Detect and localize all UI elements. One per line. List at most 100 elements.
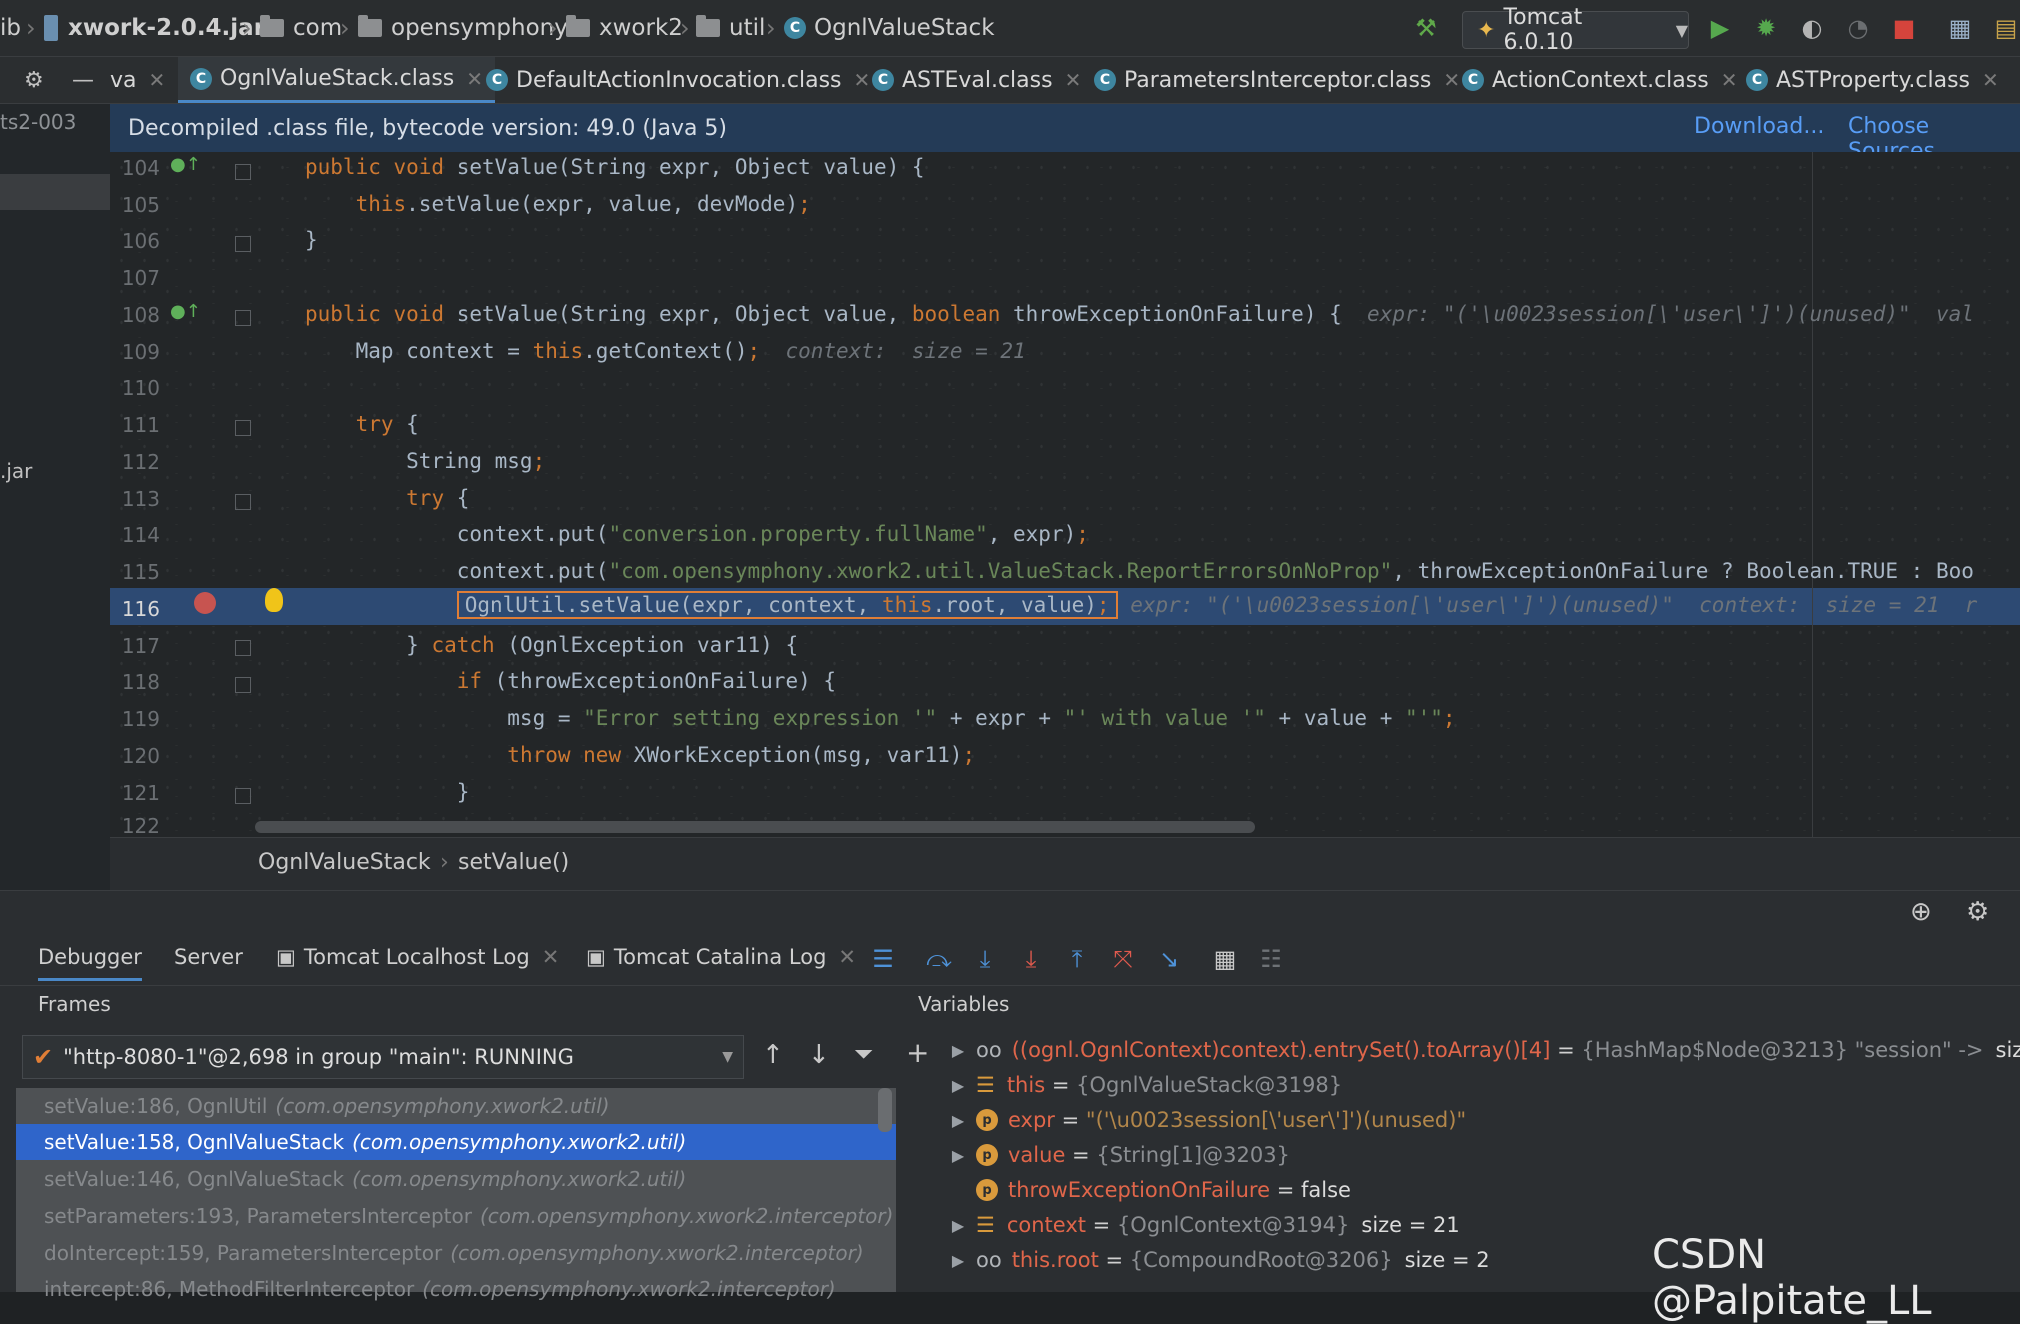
run-configuration-select[interactable]: ✦ Tomcat 6.0.10 ▼	[1462, 5, 1689, 55]
arrow-up-icon[interactable]: ↑	[762, 1040, 784, 1070]
variable-name: expr	[1008, 1108, 1055, 1132]
panel-splitter[interactable]: ⊕ ⚙	[0, 890, 2020, 936]
build-hammer-icon[interactable]: ⚒	[1410, 12, 1442, 44]
project-item[interactable]: .jar	[0, 459, 32, 483]
code-line-104: public void setValue(String expr, Object…	[305, 155, 925, 179]
project-item[interactable]: ts2-003	[0, 110, 76, 134]
drop-frame-icon[interactable]: ⤧	[1106, 942, 1140, 976]
expand-triangle-icon[interactable]: ▶	[940, 1111, 976, 1130]
breadcrumb-util[interactable]: util	[696, 0, 765, 56]
tab-va[interactable]: va ✕	[110, 57, 165, 103]
crosshair-icon[interactable]: ⊕	[1910, 897, 1932, 927]
breadcrumb-lib[interactable]: ib	[0, 0, 21, 56]
arrow-down-icon[interactable]: ↓	[808, 1040, 830, 1070]
close-icon[interactable]: ✕	[838, 945, 856, 969]
step-into-icon[interactable]: ⤓	[968, 942, 1002, 976]
fold-marker-icon[interactable]	[235, 310, 251, 326]
close-icon[interactable]: ✕	[542, 945, 560, 969]
inline-debug-hint: expr: "('\u0023session[\'user\']')(unuse…	[1367, 302, 1974, 326]
run-to-cursor-icon[interactable]: ↘	[1152, 942, 1186, 976]
close-icon[interactable]: ✕	[854, 68, 871, 92]
lightbulb-icon[interactable]	[265, 588, 283, 612]
download-link[interactable]: Download...	[1694, 114, 1824, 139]
code-editor[interactable]: 104 105 106 107 108 109 110 111 112 113 …	[110, 152, 2020, 837]
list-item[interactable]: setParameters:193, ParametersInterceptor…	[16, 1198, 896, 1234]
filter-icon[interactable]: ⏷	[854, 1040, 873, 1068]
list-item[interactable]: setValue:146, OgnlValueStack (com.opensym…	[16, 1161, 896, 1197]
fold-marker-icon[interactable]	[235, 788, 251, 804]
tab-tomcat-localhost-log[interactable]: ▣ Tomcat Localhost Log ✕	[276, 945, 559, 969]
close-icon[interactable]: ✕	[1443, 68, 1460, 92]
fold-marker-icon[interactable]	[235, 677, 251, 693]
tab-actioncontext[interactable]: C ActionContext.class ✕	[1462, 57, 1737, 103]
variable-row[interactable]: ▶ oo this.root = {CompoundRoot@3206} siz…	[940, 1248, 1490, 1272]
evaluate-expression-icon[interactable]: ▦	[1208, 942, 1242, 976]
show-execution-point-icon[interactable]: ☰	[866, 942, 900, 976]
variable-row[interactable]: ▶ p expr = "('\u0023session[\'user\']')(…	[940, 1108, 1466, 1132]
breadcrumb-method[interactable]: setValue()	[458, 850, 569, 875]
thread-select[interactable]: ✔ "http-8080-1"@2,698 in group "main": R…	[22, 1035, 744, 1079]
close-icon[interactable]: ✕	[1065, 68, 1082, 92]
breadcrumb-jar[interactable]: xwork-2.0.4.jar	[44, 0, 265, 56]
project-structure-icon[interactable]: ▦	[1944, 12, 1976, 44]
variable-row[interactable]: ▶ oo ((ognl.OgnlContext)context).entrySe…	[940, 1038, 2020, 1062]
tab-parametersinterceptor[interactable]: C ParametersInterceptor.class ✕	[1094, 57, 1460, 103]
folder-open-icon[interactable]: ▤	[1990, 12, 2020, 44]
tab-asteval[interactable]: C ASTEval.class ✕	[872, 57, 1081, 103]
list-item-selected[interactable]: setValue:158, OgnlValueStack (com.opensym…	[16, 1124, 896, 1160]
step-out-icon[interactable]: ⤒	[1060, 942, 1094, 976]
add-watch-icon[interactable]: +	[906, 1036, 929, 1069]
breadcrumb-class[interactable]: C OgnlValueStack	[784, 0, 995, 56]
breakpoint-icon[interactable]	[194, 592, 216, 614]
fold-marker-icon[interactable]	[235, 640, 251, 656]
fold-marker-icon[interactable]	[235, 494, 251, 510]
close-icon[interactable]: ✕	[466, 67, 483, 91]
parameter-icon: p	[976, 1144, 998, 1166]
collapse-icon[interactable]: —	[72, 57, 94, 103]
tab-defaultactioninvocation[interactable]: C DefaultActionInvocation.class ✕	[486, 57, 870, 103]
stop-icon[interactable]: ■	[1888, 12, 1920, 44]
profile-icon[interactable]: ◔	[1842, 12, 1874, 44]
close-icon[interactable]: ✕	[1982, 68, 1999, 92]
expand-triangle-icon[interactable]: ▶	[940, 1251, 976, 1270]
variable-row[interactable]: ▶ ☰ context = {OgnlContext@3194} size = …	[940, 1213, 1460, 1237]
coverage-icon[interactable]: ◐	[1796, 12, 1828, 44]
variable-row[interactable]: ▶ ☰ this = {OgnlValueStack@3198}	[940, 1073, 1342, 1097]
expand-triangle-icon[interactable]: ▶	[940, 1216, 976, 1235]
tab-ognlvaluestack[interactable]: C OgnlValueStack.class ✕	[178, 57, 496, 103]
frames-scrollbar[interactable]	[878, 1088, 892, 1132]
variable-row[interactable]: ▶ p value = {String[1]@3203}	[940, 1143, 1290, 1167]
close-icon[interactable]: ✕	[149, 68, 166, 92]
variable-value: {OgnlValueStack@3198}	[1076, 1073, 1343, 1097]
fold-marker-icon[interactable]	[235, 420, 251, 436]
list-item[interactable]: setValue:186, OgnlUtil (com.opensymphony.…	[16, 1088, 896, 1124]
breadcrumb-com[interactable]: com	[260, 0, 342, 56]
expand-triangle-icon[interactable]: ▶	[940, 1041, 976, 1060]
tab-astproperty[interactable]: C ASTProperty.class ✕	[1746, 57, 1999, 103]
debug-bug-icon[interactable]: ✹	[1750, 12, 1782, 44]
list-item[interactable]: doIntercept:159, ParametersInterceptor (c…	[16, 1235, 896, 1271]
step-over-icon[interactable]: ⤼	[922, 942, 956, 976]
project-item-selected[interactable]	[0, 174, 110, 210]
breadcrumb-xwork2[interactable]: xwork2	[566, 0, 683, 56]
list-item[interactable]: intercept:86, MethodFilterInterceptor (co…	[16, 1271, 896, 1307]
breadcrumb-class[interactable]: OgnlValueStack	[258, 850, 431, 875]
trace-icon[interactable]: ☷	[1254, 942, 1288, 976]
tab-tomcat-catalina-log[interactable]: ▣ Tomcat Catalina Log ✕	[586, 945, 856, 969]
tab-server[interactable]: Server	[174, 945, 243, 969]
expand-triangle-icon[interactable]: ▶	[940, 1146, 976, 1165]
settings-gear-icon[interactable]: ⚙	[1966, 897, 1989, 927]
run-icon[interactable]: ▶	[1704, 12, 1736, 44]
fold-marker-icon[interactable]	[235, 236, 251, 252]
override-icon[interactable]: ●↑	[170, 301, 201, 322]
override-icon[interactable]: ●↑	[170, 154, 201, 175]
expand-triangle-icon[interactable]: ▶	[940, 1076, 976, 1095]
close-icon[interactable]: ✕	[1721, 68, 1738, 92]
force-step-into-icon[interactable]: ⤓	[1014, 942, 1048, 976]
variable-row[interactable]: p throwExceptionOnFailure = false	[940, 1178, 1351, 1202]
tab-debugger[interactable]: Debugger	[38, 945, 142, 981]
fold-marker-icon[interactable]	[235, 164, 251, 180]
horizontal-scrollbar[interactable]	[255, 821, 1255, 833]
breadcrumb-opensymphony[interactable]: opensymphony	[358, 0, 568, 56]
settings-gear-icon[interactable]: ⚙	[24, 57, 44, 103]
